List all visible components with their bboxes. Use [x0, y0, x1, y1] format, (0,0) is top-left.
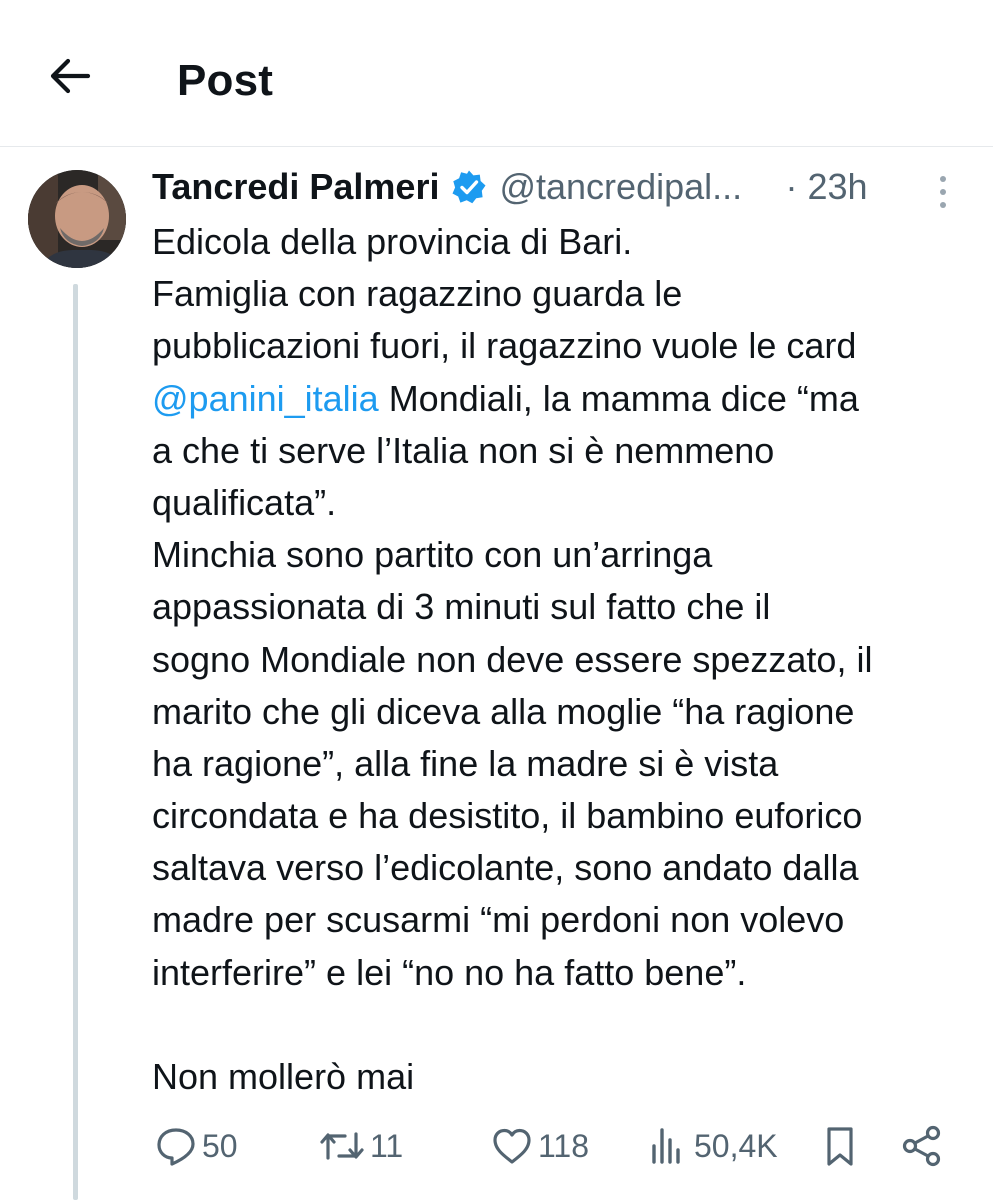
action-bar: 50 11 118 50,4K	[152, 1118, 952, 1174]
post-line: saltava verso l’edicolante, sono andato …	[152, 847, 859, 889]
post-line: circondata e ha desistito, il bambino eu…	[152, 795, 863, 837]
post-line: marito che gli diceva alla moglie “ha ra…	[152, 690, 855, 732]
views-icon	[648, 1124, 690, 1168]
repost-icon	[318, 1124, 366, 1168]
post-text: Edicola della provincia di Bari. Famigli…	[152, 216, 982, 1103]
repost-count: 11	[370, 1127, 404, 1164]
post-line: appassionata di 3 minuti sul fatto che i…	[152, 586, 771, 628]
post-line: Non mollerò mai	[152, 1056, 415, 1097]
post-header: Tancredi Palmeri @tancredipal... · 23h	[152, 164, 868, 210]
verified-badge-icon	[451, 169, 487, 205]
share-button[interactable]	[900, 1118, 944, 1174]
like-button[interactable]: 118	[490, 1118, 589, 1174]
like-icon	[490, 1124, 534, 1168]
post-line: sogno Mondiale non deve essere spezzato,…	[152, 638, 873, 680]
post-line: a che ti serve l’Italia non si è nemmeno	[152, 429, 775, 471]
thread-line	[73, 284, 78, 1200]
post-time[interactable]: · 23h	[785, 166, 867, 208]
post-line: pubblicazioni fuori, il ragazzino vuole …	[152, 325, 857, 367]
bookmark-icon	[820, 1124, 860, 1168]
repost-button[interactable]: 11	[318, 1118, 403, 1174]
author-handle[interactable]: @tancredipal...	[499, 166, 771, 208]
back-button[interactable]	[44, 52, 96, 104]
post-line: Edicola della provincia di Bari.	[152, 221, 633, 262]
mention-link[interactable]: @panini_italia	[152, 378, 379, 419]
post-line: madre per scusarmi “mi perdoni non volev…	[152, 899, 845, 941]
avatar[interactable]	[28, 170, 126, 268]
post-line: @panini_italia Mondiali, la mamma dice “…	[152, 373, 982, 425]
more-dot	[940, 189, 946, 195]
share-icon	[900, 1124, 944, 1168]
back-arrow-icon	[48, 56, 92, 101]
reply-count: 50	[202, 1127, 238, 1164]
post-line: interferire” e lei “no no ha fatto bene”…	[152, 951, 747, 993]
reply-button[interactable]: 50	[154, 1118, 238, 1174]
bookmark-button[interactable]	[820, 1118, 860, 1174]
like-count: 118	[538, 1127, 590, 1164]
author-name[interactable]: Tancredi Palmeri	[152, 166, 439, 208]
views-count: 50,4K	[694, 1127, 778, 1164]
top-bar: Post	[0, 0, 993, 147]
post-line: qualificata”.	[152, 481, 337, 523]
more-dot	[940, 176, 946, 182]
page-title: Post	[177, 56, 274, 105]
post-line: Minchia sono partito con un’arringa	[152, 534, 713, 576]
views-button[interactable]: 50,4K	[648, 1118, 778, 1174]
post-line: ha ragione”, alla fine la madre si è vis…	[152, 742, 779, 784]
post-line-rest: Mondiali, la mamma dice “ma	[378, 377, 859, 419]
more-vertical-icon[interactable]	[928, 170, 958, 214]
more-dot	[940, 202, 946, 208]
post-line: Famiglia con ragazzino guarda le	[152, 273, 683, 315]
reply-icon	[154, 1124, 198, 1168]
